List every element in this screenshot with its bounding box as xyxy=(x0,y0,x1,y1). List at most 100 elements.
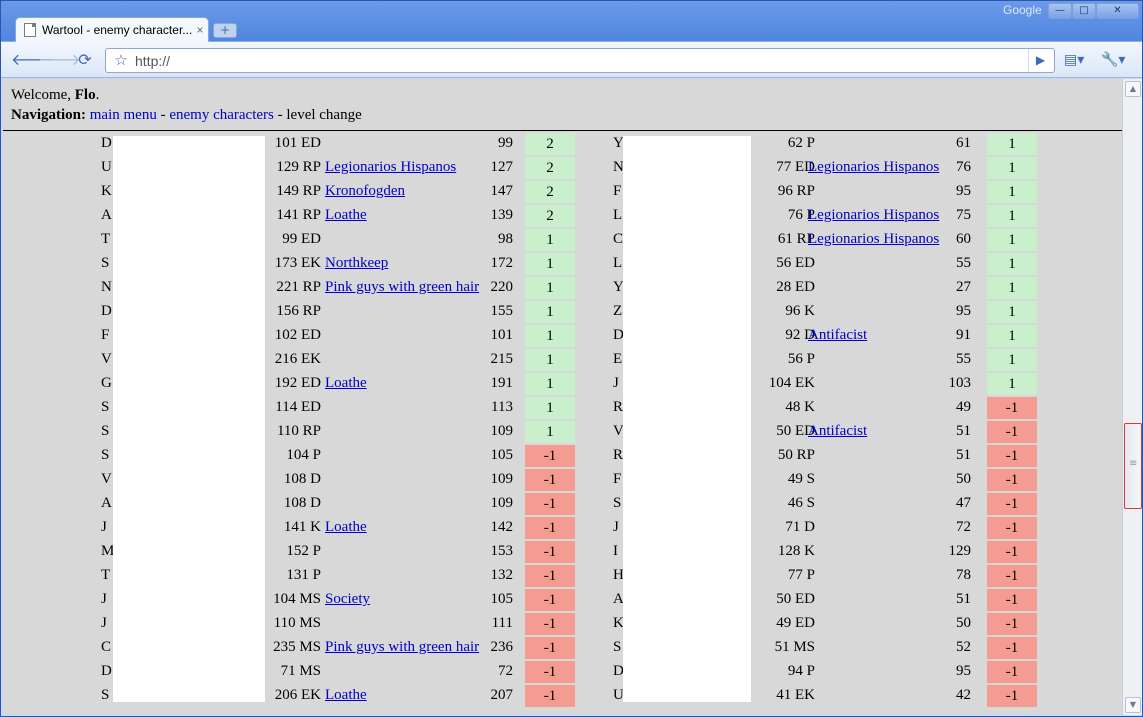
reload-icon[interactable]: ⟳ xyxy=(73,49,97,71)
forward-arrow-icon[interactable]: 🡒 xyxy=(38,49,81,71)
guild-link[interactable]: Pink guys with green hair xyxy=(325,276,479,298)
guild-link[interactable]: Northkeep xyxy=(325,252,388,274)
character-name: G xyxy=(101,375,112,391)
main-menu-link[interactable]: main menu xyxy=(90,107,157,123)
level-change-badge: -1 xyxy=(987,421,1037,443)
redacted-names-right xyxy=(623,136,751,702)
old-level: 104 P xyxy=(286,447,321,463)
guild-link[interactable]: Pink guys with green hair xyxy=(325,636,479,658)
level-change-badge: -1 xyxy=(987,445,1037,467)
character-name: V xyxy=(101,351,112,367)
level-change-badge: 1 xyxy=(525,253,575,275)
old-level: 96 RP xyxy=(777,183,815,199)
old-level: 56 ED xyxy=(776,255,815,271)
new-level: 75 xyxy=(956,207,971,223)
tab-close-icon[interactable]: × xyxy=(192,23,208,37)
guild-link[interactable]: Legionarios Hispanos xyxy=(808,228,939,250)
old-level: 221 RP xyxy=(276,279,321,295)
new-level: 105 xyxy=(490,591,514,607)
new-tab-button[interactable]: + xyxy=(213,23,237,38)
level-change-badge: -1 xyxy=(525,541,575,563)
wrench-icon[interactable]: 🔧▾ xyxy=(1101,49,1135,71)
tab-title: Wartool - enemy character... xyxy=(42,23,192,37)
guild-link[interactable]: Legionarios Hispanos xyxy=(808,204,939,226)
scroll-down-icon[interactable]: ▼ xyxy=(1125,697,1141,713)
new-level: 220 xyxy=(490,279,514,295)
old-level: 99 ED xyxy=(282,231,321,247)
guild-link[interactable]: Legionarios Hispanos xyxy=(808,156,939,178)
character-name: F xyxy=(101,327,110,343)
old-level: 46 S xyxy=(787,495,815,511)
brand-label: Google xyxy=(1003,3,1042,17)
go-arrow-icon[interactable]: ▶ xyxy=(1028,49,1052,72)
old-level: 216 EK xyxy=(274,351,321,367)
minimize-button[interactable]: — xyxy=(1048,3,1072,19)
welcome-line: Welcome, Flo. xyxy=(11,85,1122,105)
old-level: 92 D xyxy=(785,327,815,343)
maximize-button[interactable]: □ xyxy=(1072,3,1096,19)
character-name: N xyxy=(101,279,112,295)
scroll-up-icon[interactable]: ▲ xyxy=(1125,81,1141,97)
old-level: 141 K xyxy=(283,519,321,535)
level-change-badge: -1 xyxy=(987,397,1037,419)
page-menu-icon[interactable]: ▤▾ xyxy=(1064,49,1094,71)
address-input[interactable] xyxy=(135,50,1027,71)
level-change-badge: 1 xyxy=(987,373,1037,395)
guild-link[interactable]: Society xyxy=(325,588,370,610)
guild-link[interactable]: Loathe xyxy=(325,372,367,394)
level-change-badge: 1 xyxy=(987,229,1037,251)
new-level: 99 xyxy=(498,135,513,151)
guild-link[interactable]: Antifacist xyxy=(808,420,867,442)
new-level: 109 xyxy=(490,471,514,487)
level-change-badge: 2 xyxy=(525,181,575,203)
level-change-badge: -1 xyxy=(525,613,575,635)
old-level: 108 D xyxy=(283,495,321,511)
guild-link[interactable]: Loathe xyxy=(325,516,367,538)
new-level: 47 xyxy=(956,495,971,511)
new-level: 113 xyxy=(491,399,513,415)
old-level: 76 P xyxy=(787,207,815,223)
old-level: 71 D xyxy=(785,519,815,535)
address-bar: ☆ ▶ xyxy=(105,48,1055,73)
new-level: 105 xyxy=(490,447,514,463)
level-change-badge: -1 xyxy=(987,469,1037,491)
character-name: T xyxy=(101,231,111,247)
new-level: 103 xyxy=(948,375,972,391)
page-content: Welcome, Flo. Navigation: main menu - en… xyxy=(3,79,1122,715)
level-change-badge: 1 xyxy=(525,421,575,443)
user-name: Flo xyxy=(74,87,96,103)
old-level: 235 MS xyxy=(273,639,321,655)
old-level: 77 ED xyxy=(776,159,815,175)
level-change-badge: 1 xyxy=(525,373,575,395)
guild-link[interactable]: Loathe xyxy=(325,684,367,706)
character-name: J xyxy=(101,615,107,631)
star-icon[interactable]: ☆ xyxy=(109,49,133,72)
level-change-table: D 101 ED 99 2 U 129 RP Legionarios Hispanos 127… xyxy=(3,132,1122,715)
character-name: D xyxy=(101,135,112,151)
scroll-thumb[interactable] xyxy=(1124,423,1142,509)
level-change-badge: -1 xyxy=(987,685,1037,707)
old-level: 48 K xyxy=(785,399,815,415)
level-change-badge: -1 xyxy=(525,637,575,659)
old-level: 156 RP xyxy=(276,303,321,319)
character-name: S xyxy=(101,399,110,415)
guild-link[interactable]: Legionarios Hispanos xyxy=(325,156,456,178)
character-name: J xyxy=(101,591,107,607)
new-level: 27 xyxy=(956,279,971,295)
back-arrow-icon[interactable]: 🡐 xyxy=(11,49,54,71)
guild-link[interactable]: Loathe xyxy=(325,204,367,226)
nav-separator: - xyxy=(156,107,170,123)
guild-link[interactable]: Kronofogden xyxy=(325,180,405,202)
new-level: 98 xyxy=(498,231,513,247)
close-window-button[interactable]: ✕ xyxy=(1096,3,1139,19)
vertical-scrollbar[interactable]: ▲ ▼ xyxy=(1122,79,1142,715)
enemy-characters-link[interactable]: enemy characters xyxy=(169,107,274,123)
browser-tab[interactable]: Wartool - enemy character... × xyxy=(15,17,209,42)
guild-link[interactable]: Antifacist xyxy=(808,324,867,346)
old-level: 129 RP xyxy=(276,159,321,175)
level-change-badge: 1 xyxy=(987,253,1037,275)
new-level: 95 xyxy=(956,183,971,199)
level-change-badge: -1 xyxy=(987,661,1037,683)
new-level: 215 xyxy=(490,351,514,367)
old-level: 28 ED xyxy=(776,279,815,295)
